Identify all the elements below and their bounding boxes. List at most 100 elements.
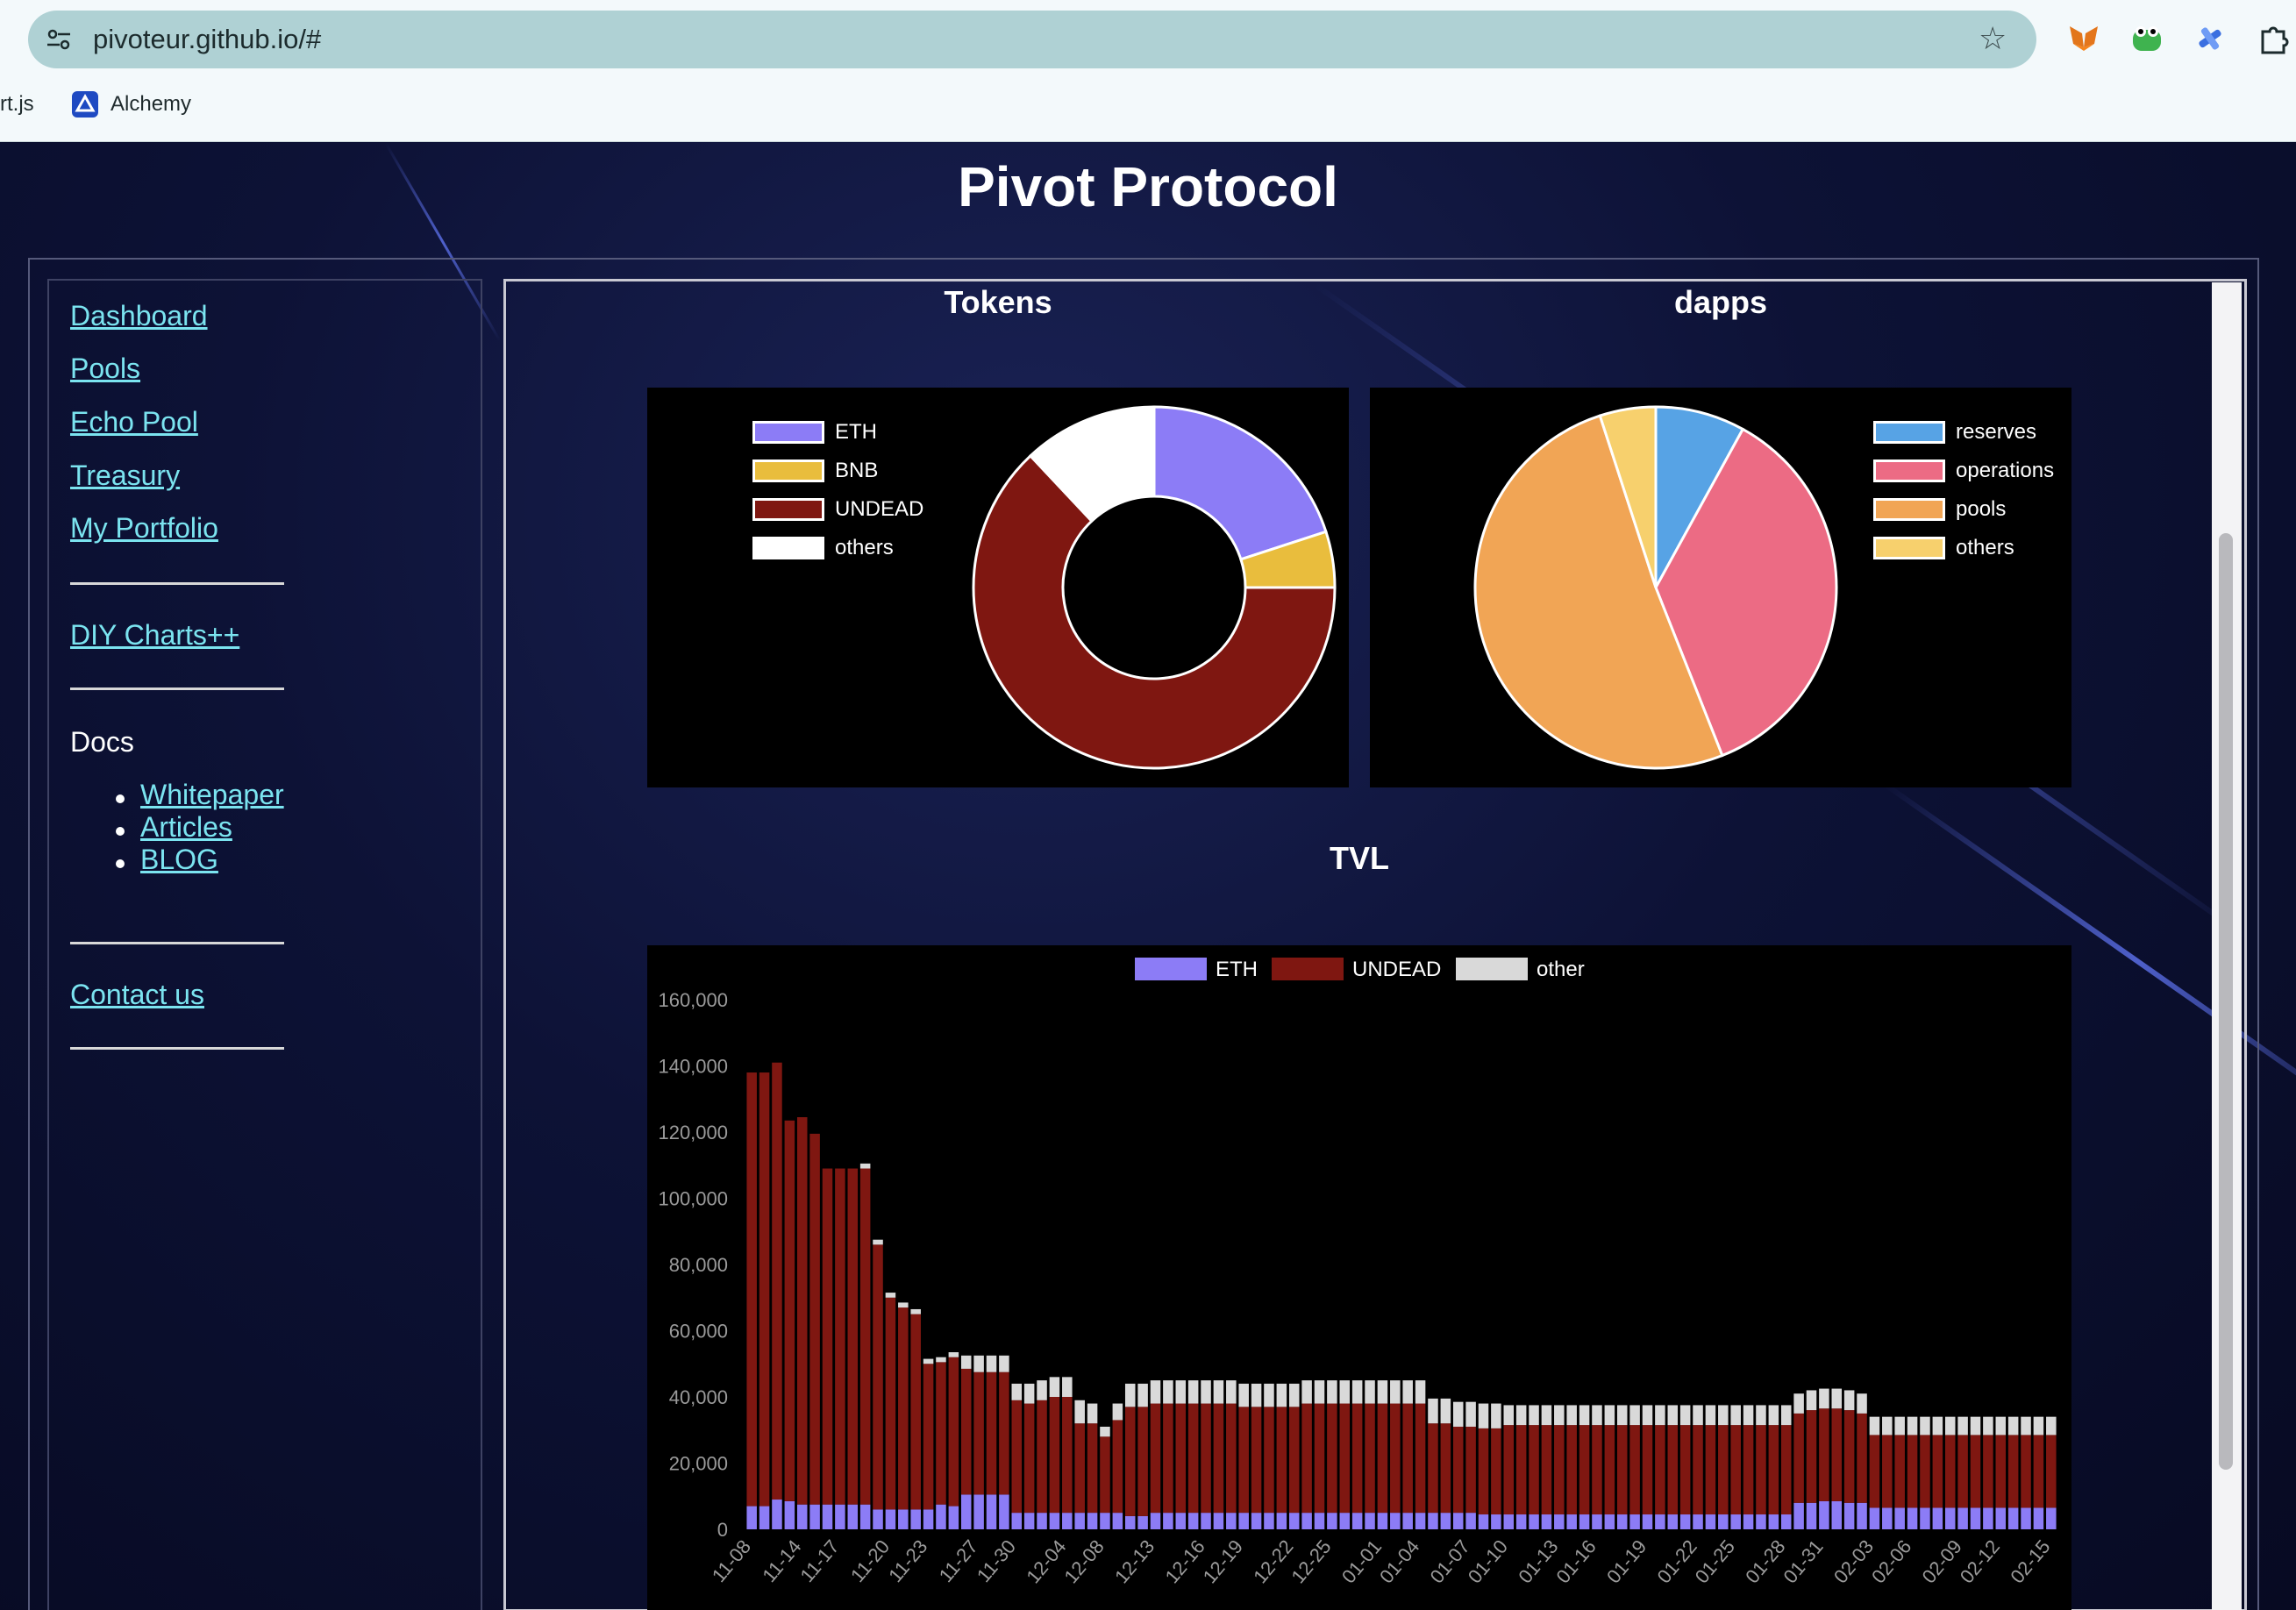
bar-eth[interactable] xyxy=(1377,1513,1388,1529)
bar-eth[interactable] xyxy=(1276,1513,1287,1529)
bar-eth[interactable] xyxy=(1667,1514,1679,1529)
bar-other[interactable] xyxy=(1743,1405,1754,1426)
scrollbar-thumb[interactable] xyxy=(2219,533,2233,1470)
bar-other[interactable] xyxy=(1124,1383,1136,1407)
bar-eth[interactable] xyxy=(1995,1507,2007,1529)
bar-undead[interactable] xyxy=(1894,1435,1905,1508)
bar-eth[interactable] xyxy=(1187,1513,1199,1529)
bar-other[interactable] xyxy=(1970,1416,1981,1435)
bar-undead[interactable] xyxy=(2007,1435,2019,1508)
bar-other[interactable] xyxy=(1339,1380,1351,1404)
bar-other[interactable] xyxy=(1655,1405,1665,1426)
metamask-extension-icon[interactable] xyxy=(2066,21,2101,56)
bar-undead[interactable] xyxy=(1768,1425,1779,1515)
bar-other[interactable] xyxy=(1023,1383,1035,1404)
bar-other[interactable] xyxy=(1187,1380,1199,1404)
bar-undead[interactable] xyxy=(1616,1425,1628,1515)
nav-my-portfolio[interactable]: My Portfolio xyxy=(70,510,218,545)
bar-undead[interactable] xyxy=(1137,1407,1148,1516)
bar-other[interactable] xyxy=(1857,1393,1867,1414)
bar-eth[interactable] xyxy=(1163,1513,1173,1529)
bar-other[interactable] xyxy=(1452,1401,1464,1427)
bar-undead[interactable] xyxy=(1629,1425,1640,1515)
bar-eth[interactable] xyxy=(1566,1514,1577,1529)
bar-undead[interactable] xyxy=(1037,1400,1047,1514)
doc-link-blog[interactable]: BLOG xyxy=(140,842,218,877)
bar-eth[interactable] xyxy=(1679,1514,1691,1529)
bar-undead[interactable] xyxy=(1780,1425,1792,1515)
site-settings-icon[interactable] xyxy=(44,25,74,54)
bar-other[interactable] xyxy=(1100,1426,1110,1437)
bar-undead[interactable] xyxy=(1226,1403,1237,1514)
bar-other[interactable] xyxy=(936,1357,946,1363)
bar-eth[interactable] xyxy=(1983,1507,1993,1529)
bar-undead[interactable] xyxy=(1163,1403,1173,1514)
bar-undead[interactable] xyxy=(1679,1425,1691,1515)
url-text[interactable]: pivoteur.github.io/# xyxy=(93,24,321,55)
bar-undead[interactable] xyxy=(1843,1410,1855,1503)
bar-other[interactable] xyxy=(1213,1380,1224,1404)
legend-swatch-pools[interactable] xyxy=(1873,498,1945,521)
nav-contact-us[interactable]: Contact us xyxy=(70,977,204,1012)
bar-other[interactable] xyxy=(1011,1383,1023,1400)
bar-undead[interactable] xyxy=(923,1364,934,1510)
bar-eth[interactable] xyxy=(809,1504,820,1529)
bookmark-alchemy[interactable]: Alchemy xyxy=(111,91,191,118)
legend-label-dapps-others[interactable]: others xyxy=(1956,536,2014,560)
bar-undead[interactable] xyxy=(759,1072,770,1507)
bar-other[interactable] xyxy=(1351,1380,1363,1404)
bar-eth[interactable] xyxy=(1693,1514,1703,1529)
bar-eth[interactable] xyxy=(1465,1513,1476,1529)
bar-undead[interactable] xyxy=(1491,1428,1501,1515)
bar-undead[interactable] xyxy=(948,1357,959,1507)
bar-undead[interactable] xyxy=(1314,1403,1325,1514)
bar-eth[interactable] xyxy=(1944,1507,1956,1529)
bar-undead[interactable] xyxy=(1718,1425,1729,1515)
bar-undead[interactable] xyxy=(1478,1428,1489,1515)
bar-undead[interactable] xyxy=(1730,1425,1741,1515)
bar-undead[interactable] xyxy=(973,1371,984,1495)
bar-other[interactable] xyxy=(1074,1400,1085,1424)
bar-other[interactable] xyxy=(1415,1380,1426,1404)
bar-undead[interactable] xyxy=(1944,1435,1956,1508)
bar-other[interactable] xyxy=(1554,1405,1565,1426)
bar-eth[interactable] xyxy=(1251,1513,1262,1529)
bar-other[interactable] xyxy=(2046,1416,2057,1435)
bar-other[interactable] xyxy=(1730,1405,1741,1426)
legend-swatch-operations[interactable] xyxy=(1873,459,1945,482)
bar-other[interactable] xyxy=(1932,1416,1943,1435)
bar-eth[interactable] xyxy=(1932,1507,1943,1529)
bar-other[interactable] xyxy=(1491,1403,1501,1428)
bar-other[interactable] xyxy=(1390,1380,1401,1404)
bar-eth[interactable] xyxy=(1730,1514,1741,1529)
bar-undead[interactable] xyxy=(1465,1426,1476,1514)
bar-eth[interactable] xyxy=(1894,1507,1905,1529)
bar-eth[interactable] xyxy=(1264,1513,1274,1529)
bar-undead[interactable] xyxy=(1087,1423,1098,1514)
bar-eth[interactable] xyxy=(1415,1513,1426,1529)
bar-other[interactable] xyxy=(1882,1416,1893,1435)
bar-other[interactable] xyxy=(973,1355,984,1372)
bar-eth[interactable] xyxy=(1049,1513,1060,1529)
bar-other[interactable] xyxy=(1642,1405,1653,1426)
bar-other[interactable] xyxy=(1869,1416,1880,1435)
bar-undead[interactable] xyxy=(1264,1407,1274,1514)
bar-eth[interactable] xyxy=(1100,1513,1110,1529)
bar-eth[interactable] xyxy=(2007,1507,2019,1529)
bar-other[interactable] xyxy=(898,1302,909,1308)
bar-eth[interactable] xyxy=(1339,1513,1351,1529)
bar-undead[interactable] xyxy=(1402,1403,1413,1514)
bar-other[interactable] xyxy=(1718,1405,1729,1426)
bar-undead[interactable] xyxy=(1452,1426,1464,1514)
bar-undead[interactable] xyxy=(1529,1425,1539,1515)
bar-other[interactable] xyxy=(1402,1380,1413,1404)
bar-other[interactable] xyxy=(986,1355,997,1372)
bar-eth[interactable] xyxy=(759,1506,770,1529)
bar-eth[interactable] xyxy=(1806,1502,1817,1529)
bar-other[interactable] xyxy=(885,1293,896,1298)
bar-other[interactable] xyxy=(1541,1405,1552,1426)
bar-eth[interactable] xyxy=(1213,1513,1224,1529)
bar-undead[interactable] xyxy=(1062,1397,1073,1514)
bar-undead[interactable] xyxy=(1705,1425,1716,1515)
bar-eth[interactable] xyxy=(1491,1514,1501,1529)
